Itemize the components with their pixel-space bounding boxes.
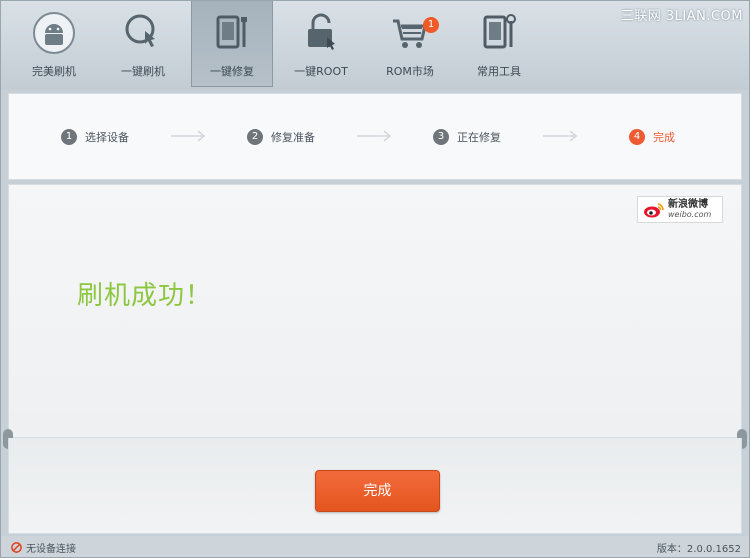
weibo-cn: 新浪微博 xyxy=(668,198,708,210)
step-label: 正在修复 xyxy=(457,131,501,144)
toolbar-item-rom-market[interactable]: 1 ROM市场 xyxy=(369,1,451,87)
toolbar-label: 一键刷机 xyxy=(121,65,165,78)
repair-tools-icon xyxy=(216,15,247,49)
one-click-flash-icon xyxy=(125,14,155,47)
weibo-share-button[interactable]: 新浪微博 weibo.com xyxy=(637,196,723,223)
toolbar-label: 常用工具 xyxy=(477,65,521,78)
tools-icon xyxy=(483,14,516,49)
toolbar-item-one-click-repair[interactable]: 一键修复 xyxy=(191,1,273,87)
step-complete: 4 完成 xyxy=(629,128,675,146)
weibo-en: weibo.com xyxy=(668,209,712,219)
notification-badge: 1 xyxy=(423,17,439,33)
step-number: 1 xyxy=(61,129,77,145)
arrow-right-icon xyxy=(357,130,392,142)
android-icon xyxy=(33,12,75,54)
toolbar-label: 一键ROOT xyxy=(294,65,348,78)
arrow-right-icon xyxy=(171,130,206,142)
toolbar-item-one-click-root[interactable]: 一键ROOT xyxy=(280,1,362,87)
step-number: 3 xyxy=(433,129,449,145)
connection-status: 无设备连接 xyxy=(11,540,76,555)
step-repairing: 3 正在修复 xyxy=(433,128,501,146)
toolbar-item-one-click-flash[interactable]: 一键刷机 xyxy=(102,1,184,87)
step-number: 2 xyxy=(247,129,263,145)
status-bar: 无设备连接 版本：2.0.0.1652 xyxy=(1,536,749,557)
unlock-icon xyxy=(308,13,335,50)
arrow-right-icon xyxy=(543,130,578,142)
step-repair-prepare: 2 修复准备 xyxy=(247,128,315,146)
progress-steps: 1 选择设备 2 修复准备 3 正在修复 4 完成 xyxy=(8,93,742,180)
connection-text: 无设备连接 xyxy=(26,544,76,555)
toolbar-label: 完美刷机 xyxy=(32,65,76,78)
main-content: 新浪微博 weibo.com 刷机成功！ xyxy=(8,184,742,438)
done-button[interactable]: 完成 xyxy=(315,470,440,512)
step-number: 4 xyxy=(629,129,645,145)
toolbar-label: 一键修复 xyxy=(210,65,254,78)
action-area: 完成 xyxy=(8,438,742,534)
watermark-text: 三联网 3LIAN.COM xyxy=(620,9,743,24)
toolbar-item-common-tools[interactable]: 常用工具 xyxy=(458,1,540,87)
app-window: 三联网 3LIAN.COM 完美刷机 一键刷机 一键修复 一键ROOT 1 RO… xyxy=(0,0,750,558)
toolbar-item-perfect-flash[interactable]: 完美刷机 xyxy=(13,1,95,87)
version-text: 版本：2.0.0.1652 xyxy=(656,544,741,555)
step-label: 完成 xyxy=(653,131,675,144)
weibo-logo-icon xyxy=(644,202,664,217)
step-label: 选择设备 xyxy=(85,131,129,144)
top-toolbar: 三联网 3LIAN.COM 完美刷机 一键刷机 一键修复 一键ROOT 1 RO… xyxy=(1,1,749,90)
success-message: 刷机成功！ xyxy=(77,281,213,311)
step-select-device: 1 选择设备 xyxy=(61,128,129,146)
no-device-icon xyxy=(11,542,22,553)
toolbar-label: ROM市场 xyxy=(386,65,434,78)
step-label: 修复准备 xyxy=(271,131,315,144)
weibo-text: 新浪微博 weibo.com xyxy=(668,198,712,220)
